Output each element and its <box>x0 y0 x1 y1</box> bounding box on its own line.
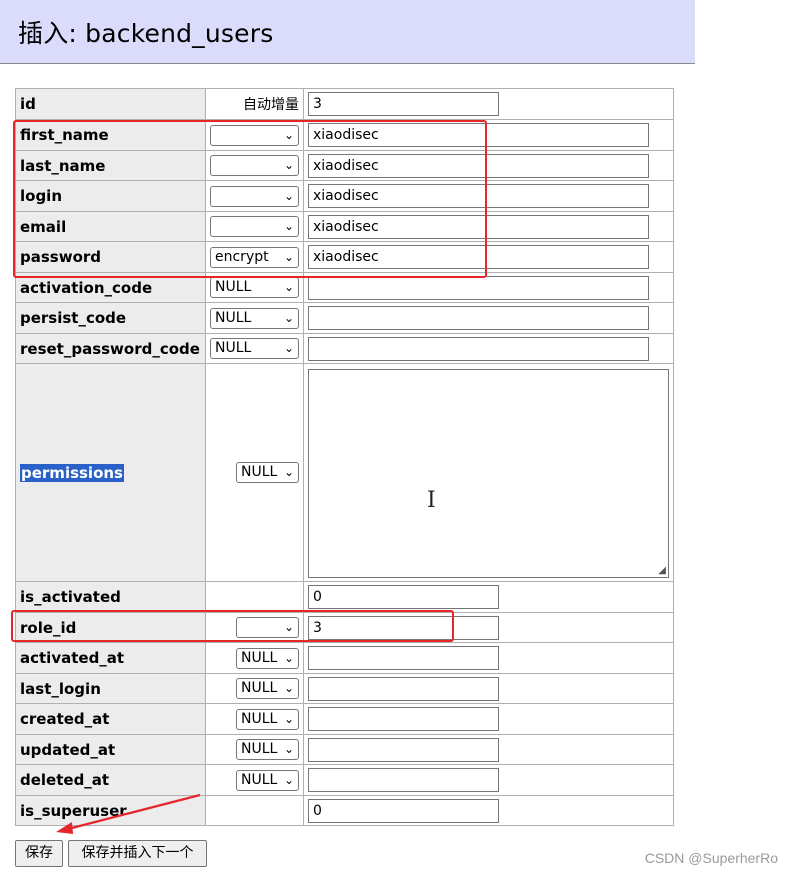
watermark: CSDN @SuperherRo <box>644 850 778 866</box>
save-and-insert-next-button[interactable]: 保存并插入下一个 <box>68 840 207 867</box>
save-button[interactable]: 保存 <box>15 840 63 867</box>
annotation-arrow <box>56 793 201 834</box>
